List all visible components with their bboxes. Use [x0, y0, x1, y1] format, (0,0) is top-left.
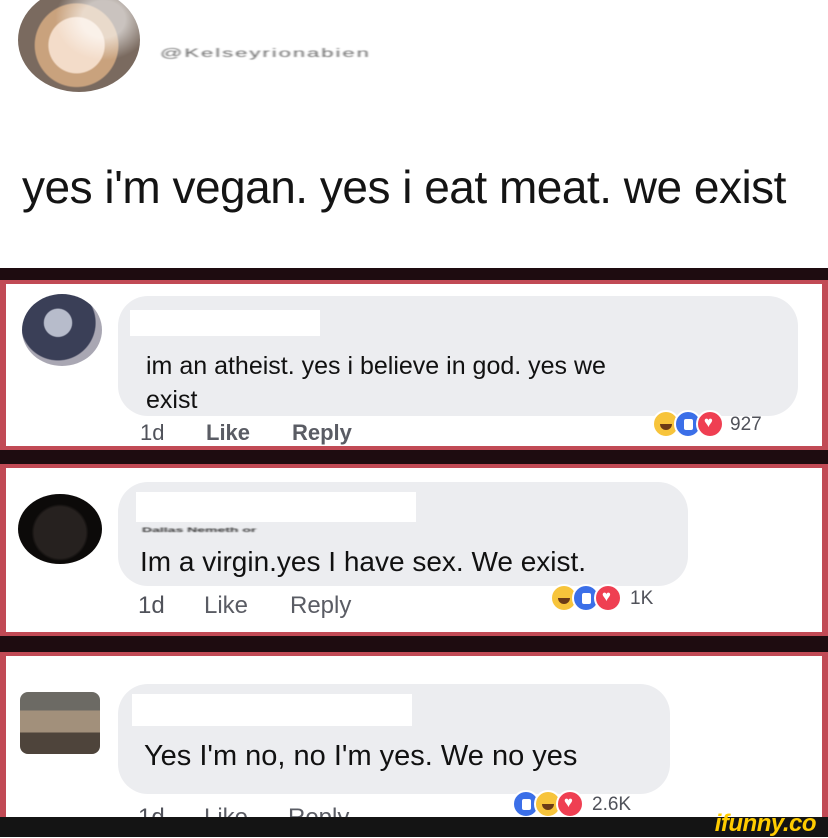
comment-bubble: im an atheist. yes i believe in god. yes…	[118, 296, 798, 416]
comment-author-name[interactable]: Dallas Nemeth or	[142, 526, 256, 533]
footer-bar: ifunny.co	[0, 810, 828, 837]
avatar[interactable]	[22, 294, 102, 366]
comment-bubble: Dallas Nemeth or Im a virgin.yes I have …	[118, 482, 688, 586]
comment-card: im an atheist. yes i believe in god. yes…	[0, 280, 828, 450]
reactions[interactable]: 927	[652, 410, 792, 440]
comment-text: Im a virgin.yes I have sex. We exist.	[140, 546, 587, 577]
comment-author-name[interactable]	[130, 310, 320, 336]
tweet-author-name[interactable]: @Kelseyrionabien	[160, 46, 371, 60]
separator	[0, 450, 828, 464]
separator	[0, 636, 828, 652]
reply-button[interactable]: Reply	[292, 420, 352, 446]
timestamp: 1d	[138, 592, 165, 619]
love-icon	[696, 410, 724, 438]
comment-meta: 1d Like Reply	[138, 592, 538, 620]
avatar[interactable]	[18, 0, 140, 92]
tweet: @Kelseyrionabien yes i'm vegan. yes i ea…	[0, 0, 828, 270]
comment-author-name[interactable]	[136, 492, 416, 522]
reactions[interactable]: 1K	[550, 584, 690, 614]
separator	[0, 268, 828, 280]
avatar[interactable]	[18, 494, 102, 564]
comment-text: exist	[146, 386, 198, 414]
brand-logo[interactable]: ifunny.co	[715, 810, 817, 838]
comment-card: Dallas Nemeth or Im a virgin.yes I have …	[0, 464, 828, 636]
like-button[interactable]: Like	[204, 592, 248, 620]
reply-button[interactable]: Reply	[290, 592, 351, 620]
reaction-count: 927	[730, 414, 762, 435]
timestamp: 1d	[140, 420, 165, 445]
comment-author-name[interactable]	[132, 694, 412, 726]
tweet-text: yes i'm vegan. yes i eat meat. we exist	[22, 161, 786, 213]
comment-bubble: Yes I'm no, no I'm yes. We no yes	[118, 684, 670, 794]
reaction-count: 1K	[630, 588, 654, 609]
reaction-count: 2.6K	[592, 794, 632, 815]
reactions[interactable]: 2.6K	[512, 790, 672, 820]
love-icon	[594, 584, 622, 612]
love-icon	[556, 790, 584, 818]
comment-meta: 1d Like Reply	[140, 420, 540, 448]
comment-card: Yes I'm no, no I'm yes. We no yes 1d Lik…	[0, 652, 828, 831]
comment-text: im an atheist. yes i believe in god. yes…	[146, 352, 606, 380]
like-button[interactable]: Like	[206, 420, 250, 446]
avatar[interactable]	[20, 692, 100, 754]
comment-text: Yes I'm no, no I'm yes. We no yes	[144, 740, 578, 772]
